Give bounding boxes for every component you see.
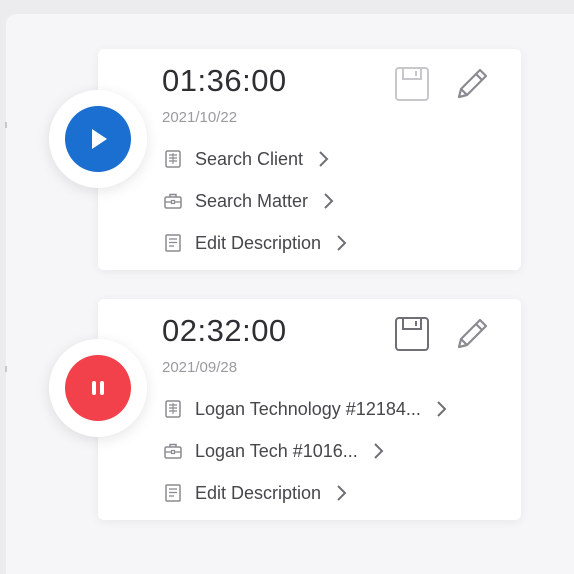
panel-edge-mark: [5, 122, 7, 128]
client-label: Logan Technology #12184...: [195, 398, 421, 419]
client-row[interactable]: Logan Technology #12184...: [162, 396, 449, 422]
matter-row[interactable]: Logan Tech #1016...: [162, 438, 386, 464]
edit-description-row[interactable]: Edit Description: [162, 230, 349, 256]
pause-icon: [92, 381, 104, 395]
chevron-right-icon: [322, 190, 336, 212]
save-button[interactable]: [393, 315, 431, 353]
briefcase-icon: [162, 440, 184, 462]
timer-toggle-container: [49, 90, 147, 188]
save-icon: [395, 67, 429, 101]
edit-button[interactable]: [453, 313, 493, 353]
building-icon: [162, 398, 184, 420]
save-icon: [395, 317, 429, 351]
timer-toggle-container: [49, 339, 147, 437]
matter-label: Logan Tech #1016...: [195, 440, 358, 461]
timer-elapsed-time: 02:32:00: [162, 313, 287, 348]
timer-card: 02:32:00 2021/09/28 Logan Technology #12…: [98, 299, 521, 520]
chevron-right-icon: [435, 398, 449, 420]
pencil-icon: [457, 68, 488, 99]
timer-date: 2021/10/22: [162, 109, 238, 126]
edit-description-label: Edit Description: [195, 482, 322, 503]
edit-description-label: Edit Description: [195, 232, 322, 253]
chevron-right-icon: [335, 482, 349, 504]
edit-button[interactable]: [453, 63, 493, 103]
play-icon: [92, 129, 107, 149]
edit-description-row[interactable]: Edit Description: [162, 480, 349, 506]
search-client-label: Search Client: [195, 148, 304, 169]
pause-button[interactable]: [65, 355, 131, 421]
search-matter-row[interactable]: Search Matter: [162, 188, 336, 214]
pencil-icon: [457, 318, 488, 349]
timer-card: 01:36:00 2021/10/22 Search Client Search…: [98, 49, 521, 270]
chevron-right-icon: [372, 440, 386, 462]
briefcase-icon: [162, 190, 184, 212]
panel-edge-mark: [5, 366, 7, 372]
timer-date: 2021/09/28: [162, 359, 238, 376]
search-client-row[interactable]: Search Client: [162, 146, 331, 172]
building-icon: [162, 148, 184, 170]
document-icon: [162, 232, 184, 254]
chevron-right-icon: [335, 232, 349, 254]
save-button[interactable]: [393, 65, 431, 103]
play-button[interactable]: [65, 106, 131, 172]
search-matter-label: Search Matter: [195, 190, 309, 211]
chevron-right-icon: [317, 148, 331, 170]
document-icon: [162, 482, 184, 504]
timer-elapsed-time: 01:36:00: [162, 63, 287, 98]
